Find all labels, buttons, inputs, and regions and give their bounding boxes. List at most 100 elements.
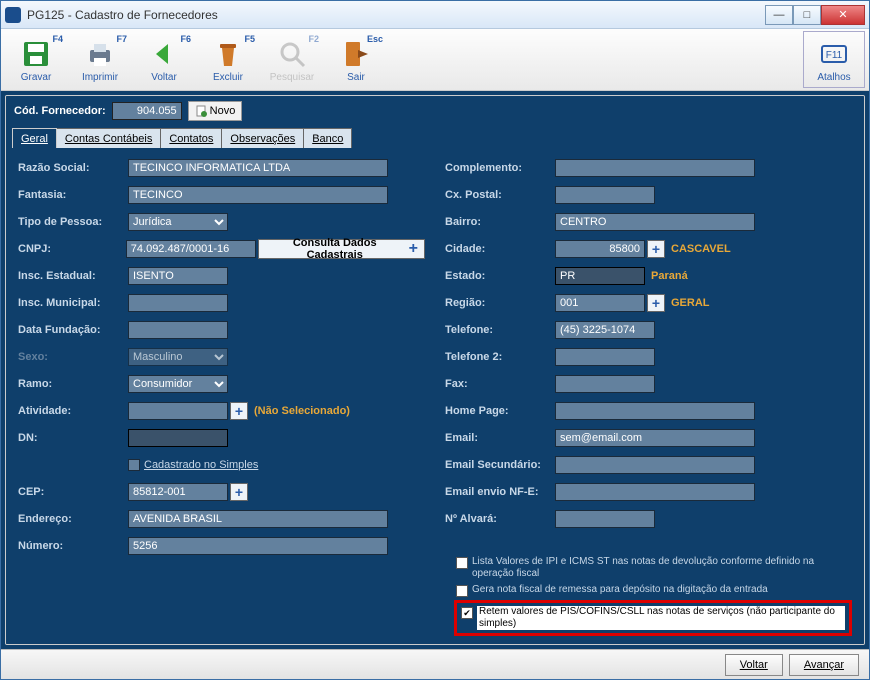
insc-mun-label: Insc. Municipal: xyxy=(18,297,128,309)
excluir-key: F5 xyxy=(244,34,255,44)
opt1-row[interactable]: Lista Valores de IPI e ICMS ST nas notas… xyxy=(454,555,852,581)
atividade-plus[interactable]: + xyxy=(230,402,248,420)
opt1-label: Lista Valores de IPI e ICMS ST nas notas… xyxy=(472,556,850,580)
voltar-label: Voltar xyxy=(151,72,177,83)
alvara-input[interactable] xyxy=(555,510,655,528)
numero-input[interactable] xyxy=(128,537,388,555)
cad-simples-checkbox[interactable] xyxy=(128,459,140,471)
regiao-after: GERAL xyxy=(671,297,710,309)
razao-input[interactable] xyxy=(128,159,388,177)
tab-contas[interactable]: Contas Contábeis xyxy=(56,128,161,148)
footer: Voltar Avançar xyxy=(1,649,869,679)
opt3-checkbox[interactable]: ✔ xyxy=(461,607,473,619)
opt1-checkbox[interactable] xyxy=(456,557,468,569)
email-sec-input[interactable] xyxy=(555,456,755,474)
app-icon xyxy=(5,7,21,23)
shortcuts-icon: F11 xyxy=(818,38,850,70)
cxpostal-input[interactable] xyxy=(555,186,655,204)
sair-button[interactable]: Esc Sair xyxy=(325,31,387,88)
ramo-select[interactable]: Consumidor xyxy=(128,375,228,393)
maximize-button[interactable]: □ xyxy=(793,5,821,25)
new-icon xyxy=(195,105,207,117)
close-button[interactable]: ✕ xyxy=(821,5,865,25)
opt2-row[interactable]: Gera nota fiscal de remessa para depósit… xyxy=(454,583,852,598)
atividade-naosel: (Não Selecionado) xyxy=(254,405,350,417)
plus-icon: + xyxy=(409,240,418,258)
excluir-button[interactable]: F5 Excluir xyxy=(197,31,259,88)
options-block: Lista Valores de IPI e ICMS ST nas notas… xyxy=(454,555,852,636)
minimize-button[interactable]: — xyxy=(765,5,793,25)
telefone-input[interactable] xyxy=(555,321,655,339)
telefone2-label: Telefone 2: xyxy=(445,351,555,363)
tab-banco[interactable]: Banco xyxy=(303,128,352,148)
cod-fornecedor-input[interactable] xyxy=(112,102,182,120)
fantasia-input[interactable] xyxy=(128,186,388,204)
email-nfe-label: Email envio NF-E: xyxy=(445,486,555,498)
search-icon xyxy=(276,38,308,70)
opt2-checkbox[interactable] xyxy=(456,585,468,597)
consulta-button[interactable]: Consulta Dados Cadastrais+ xyxy=(258,239,425,259)
pesquisar-button[interactable]: F2 Pesquisar xyxy=(261,31,323,88)
data-fund-input[interactable] xyxy=(128,321,228,339)
gravar-button[interactable]: F4 Gravar xyxy=(5,31,67,88)
tab-geral[interactable]: Geral xyxy=(12,128,57,148)
complemento-input[interactable] xyxy=(555,159,755,177)
sexo-label: Sexo: xyxy=(18,351,128,363)
gravar-key: F4 xyxy=(52,34,63,44)
highlight-box: ✔ Retem valores de PIS/COFINS/CSLL nas no… xyxy=(454,600,852,636)
email-label: Email: xyxy=(445,432,555,444)
voltar-key: F6 xyxy=(180,34,191,44)
regiao-input[interactable] xyxy=(555,294,645,312)
estado-input[interactable] xyxy=(555,267,645,285)
pesquisar-key: F2 xyxy=(308,34,319,44)
homepage-label: Home Page: xyxy=(445,405,555,417)
telefone2-input[interactable] xyxy=(555,348,655,366)
sair-key: Esc xyxy=(367,34,383,44)
bairro-label: Bairro: xyxy=(445,216,555,228)
imprimir-button[interactable]: F7 Imprimir xyxy=(69,31,131,88)
footer-voltar-button[interactable]: Voltar xyxy=(725,654,783,676)
opt3-row[interactable]: ✔ Retem valores de PIS/COFINS/CSLL nas no… xyxy=(459,605,847,631)
email-input[interactable] xyxy=(555,429,755,447)
email-sec-label: Email Secundário: xyxy=(445,459,555,471)
toolbar: F4 Gravar F7 Imprimir F6 Voltar F5 Exclu… xyxy=(1,29,869,91)
novo-button[interactable]: Novo xyxy=(188,101,243,121)
left-column: Razão Social: Fantasia: Tipo de Pessoa:J… xyxy=(18,158,425,556)
tab-observacoes[interactable]: Observações xyxy=(221,128,304,148)
endereco-input[interactable] xyxy=(128,510,388,528)
fax-label: Fax: xyxy=(445,378,555,390)
fax-input[interactable] xyxy=(555,375,655,393)
tab-contatos[interactable]: Contatos xyxy=(160,128,222,148)
imprimir-key: F7 xyxy=(116,34,127,44)
cad-simples-row[interactable]: Cadastrado no Simples xyxy=(128,459,258,471)
bairro-input[interactable] xyxy=(555,213,755,231)
dn-label: DN: xyxy=(18,432,128,444)
right-column: Complemento: Cx. Postal: Bairro: Cidade:… xyxy=(445,158,852,556)
form-body: Razão Social: Fantasia: Tipo de Pessoa:J… xyxy=(6,148,864,644)
voltar-button[interactable]: F6 Voltar xyxy=(133,31,195,88)
cidade-label: Cidade: xyxy=(445,243,555,255)
cep-input[interactable] xyxy=(128,483,228,501)
tipo-select[interactable]: Jurídica xyxy=(128,213,228,231)
cep-plus[interactable]: + xyxy=(230,483,248,501)
regiao-plus[interactable]: + xyxy=(647,294,665,312)
atividade-input[interactable] xyxy=(128,402,228,420)
fantasia-label: Fantasia: xyxy=(18,189,128,201)
cidade-plus[interactable]: + xyxy=(647,240,665,258)
sexo-select: Masculino xyxy=(128,348,228,366)
cxpostal-label: Cx. Postal: xyxy=(445,189,555,201)
trash-icon xyxy=(212,38,244,70)
dn-input[interactable] xyxy=(128,429,228,447)
window-controls: — □ ✕ xyxy=(765,5,865,25)
insc-est-input[interactable] xyxy=(128,267,228,285)
homepage-input[interactable] xyxy=(555,402,755,420)
content: Cód. Fornecedor: Novo Geral Contas Contá… xyxy=(1,91,869,649)
cidade-input[interactable] xyxy=(555,240,645,258)
atalhos-label: Atalhos xyxy=(817,72,850,83)
footer-avancar-button[interactable]: Avançar xyxy=(789,654,859,676)
atalhos-button[interactable]: F11 Atalhos xyxy=(803,31,865,88)
email-nfe-input[interactable] xyxy=(555,483,755,501)
opt3-label: Retem valores de PIS/COFINS/CSLL nas not… xyxy=(477,606,845,630)
insc-mun-input[interactable] xyxy=(128,294,228,312)
cnpj-input[interactable] xyxy=(126,240,256,258)
